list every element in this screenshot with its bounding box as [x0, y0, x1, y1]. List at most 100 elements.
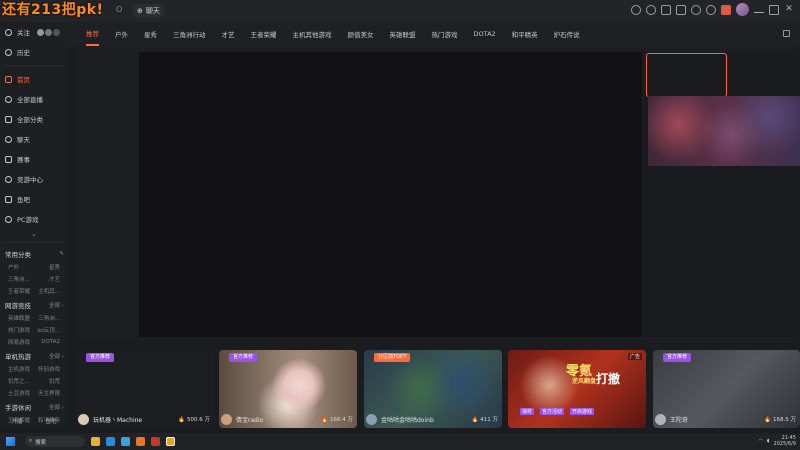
tab-category[interactable]: 三角洲行动: [173, 22, 206, 46]
tab-category[interactable]: DOTA2: [474, 22, 496, 46]
sidebar-subcategory[interactable]: 饥荒之...: [8, 377, 30, 385]
sidebar-subcategory-row: 热门游戏 lol云顶...: [0, 324, 68, 336]
sidebar-subcategory[interactable]: 三角洲...: [8, 275, 30, 283]
sidebar: 关注 历史 首页 全部直播 全部分类 聊天 赛事 竞游中心 鱼吧 PC游戏 ⌄ 常用分类 ✎ 户外…: [0, 22, 68, 428]
chat-button[interactable]: ⊕ 聊天: [132, 4, 165, 18]
close-icon[interactable]: ✕: [784, 4, 794, 15]
sidebar-category[interactable]: 手游休闲 全部 ›: [0, 399, 68, 414]
sidebar-subcategory[interactable]: 怀旧游戏: [38, 365, 60, 373]
sidebar-subcategory[interactable]: 主机游戏: [8, 365, 30, 373]
sidebar-category-more[interactable]: 全部 ›: [49, 403, 64, 411]
chat-icon[interactable]: [691, 4, 701, 15]
ad-chip[interactable]: 官方活动: [540, 408, 565, 415]
browser-icon[interactable]: [121, 437, 130, 446]
sidebar-subcategory[interactable]: 户外: [8, 263, 19, 271]
minimize-icon[interactable]: [754, 7, 764, 13]
tab-category[interactable]: 和平精英: [512, 22, 538, 46]
volume-icon[interactable]: ◖: [767, 438, 770, 444]
tab-category[interactable]: 英雄联盟: [390, 22, 416, 46]
windows-start-icon[interactable]: [6, 437, 15, 446]
maximize-icon[interactable]: [769, 4, 779, 15]
sidebar-category[interactable]: 网游竞技 全部 ›: [0, 297, 68, 312]
stream-card[interactable]: 官方推荐 倩宝radio 🔥 166.4 万: [219, 350, 357, 428]
start-stream-button[interactable]: 开播: [11, 417, 22, 425]
sidebar-item[interactable]: PC游戏: [0, 209, 68, 229]
wifi-icon[interactable]: ◠: [759, 438, 763, 444]
sidebar-follow[interactable]: 关注: [0, 22, 68, 42]
app-icon[interactable]: [136, 437, 145, 446]
sidebar-item[interactable]: 竞游中心: [0, 169, 68, 189]
taskbar-search[interactable]: ⌕ 搜索: [25, 436, 85, 447]
sidebar-category-more[interactable]: 全部 ›: [49, 301, 64, 309]
card-badge: 分区前TOP3: [374, 353, 411, 362]
tab-category[interactable]: 王者荣耀: [251, 22, 277, 46]
sidebar-category-more[interactable]: 全部 ›: [49, 352, 64, 360]
sidebar-subcategory[interactable]: 英雄联盟: [8, 314, 30, 322]
sidebar-history[interactable]: 历史: [0, 42, 68, 62]
avatar: [37, 28, 44, 36]
card-meta: 玩机器丶Machine 🔥 500.6 万: [78, 412, 210, 426]
ad-chip[interactable]: 抽奖: [520, 408, 535, 415]
sidebar-item[interactable]: 首页: [0, 69, 68, 89]
search-icon: ⌕: [29, 438, 33, 444]
heart-icon[interactable]: [646, 4, 656, 15]
sidebar-category[interactable]: 常用分类 ✎: [0, 246, 68, 261]
user-avatar[interactable]: [736, 3, 749, 16]
ad-chip[interactable]: 开启游戏: [570, 408, 595, 415]
sidebar-category[interactable]: 单机热游 全部 ›: [0, 348, 68, 363]
chevron-down-icon[interactable]: ⌄: [0, 229, 68, 239]
tab-category[interactable]: 主机其他游戏: [293, 22, 332, 46]
stream-card[interactable]: 分区前TOP3 金咕咕金咕咕doinb 🔥 411 万: [364, 350, 502, 428]
app-icon[interactable]: [151, 437, 160, 446]
edge-icon[interactable]: [106, 437, 115, 446]
video-player[interactable]: [139, 52, 642, 337]
sidebar-item[interactable]: 鱼吧: [0, 189, 68, 209]
sidebar-subcategory[interactable]: 三角洲...: [38, 314, 60, 322]
clock[interactable]: 21:45 2025/6/9: [774, 435, 796, 447]
sidebar-subcategory[interactable]: 才艺: [49, 275, 60, 283]
sidebar-subcategory[interactable]: lol云顶...: [37, 326, 60, 334]
stream-card[interactable]: 官方推荐 王陀奇 🔥 168.5 万: [653, 350, 800, 428]
divider: [4, 65, 64, 66]
top-o-label[interactable]: O: [116, 5, 122, 14]
list-icon[interactable]: [661, 4, 671, 15]
sidebar-item[interactable]: 聊天: [0, 129, 68, 149]
settings-icon[interactable]: [706, 4, 716, 15]
clock-icon[interactable]: [631, 4, 641, 15]
ad-card[interactable]: 广告 零氪 逆风翻盘 打撤 抽奖 官方活动 开启游戏: [508, 350, 646, 428]
gift-icon[interactable]: [721, 4, 731, 15]
sidebar-category-more[interactable]: ✎: [59, 251, 64, 257]
sidebar-item[interactable]: 赛事: [0, 149, 68, 169]
tab-category[interactable]: 热门游戏: [432, 22, 458, 46]
selected-thumbnail[interactable]: [646, 53, 727, 97]
tab-category[interactable]: 炉石传说: [554, 22, 580, 46]
message-icon[interactable]: [676, 4, 686, 15]
tab-category[interactable]: 才艺: [222, 22, 235, 46]
tab-category[interactable]: 星秀: [144, 22, 157, 46]
top-icons: ✕: [631, 3, 794, 16]
sidebar-subcategory[interactable]: 星秀: [49, 263, 60, 271]
file-explorer-icon[interactable]: [91, 437, 100, 446]
douyu-app-icon[interactable]: [166, 437, 175, 446]
sidebar-subcategory[interactable]: 王者荣耀: [8, 287, 30, 295]
sidebar-subcategory[interactable]: DOTA2: [41, 339, 60, 345]
edit-icon[interactable]: [783, 30, 790, 37]
tab-category[interactable]: 户外: [115, 22, 128, 46]
sidebar-subcategory[interactable]: 热门游戏: [8, 326, 30, 334]
tab-category[interactable]: 推荐: [86, 22, 99, 46]
fish-bar-button[interactable]: 鱼吧: [45, 417, 56, 425]
sidebar-subcategory[interactable]: 主机其...: [38, 287, 60, 295]
clock-date: 2025/6/9: [773, 441, 796, 447]
sidebar-subcategory[interactable]: 无主界限: [38, 389, 60, 397]
ad-tag: 打撤: [596, 372, 621, 386]
viewer-count-value: 500.6 万: [187, 417, 210, 423]
sidebar-subcategory[interactable]: 土豆游戏: [8, 389, 30, 397]
sidebar-subcategory[interactable]: 饥荒: [49, 377, 60, 385]
card-badge: 官方推荐: [663, 353, 692, 362]
sidebar-subcategory[interactable]: 网易游戏: [8, 338, 30, 346]
sidebar-item[interactable]: 全部直播: [0, 89, 68, 109]
sidebar-item[interactable]: 全部分类: [0, 109, 68, 129]
tab-category[interactable]: 颜值美女: [348, 22, 374, 46]
stream-thumbnail-preview[interactable]: [648, 96, 800, 166]
stream-card[interactable]: 官方推荐 玩机器丶Machine 🔥 500.6 万: [76, 350, 214, 428]
